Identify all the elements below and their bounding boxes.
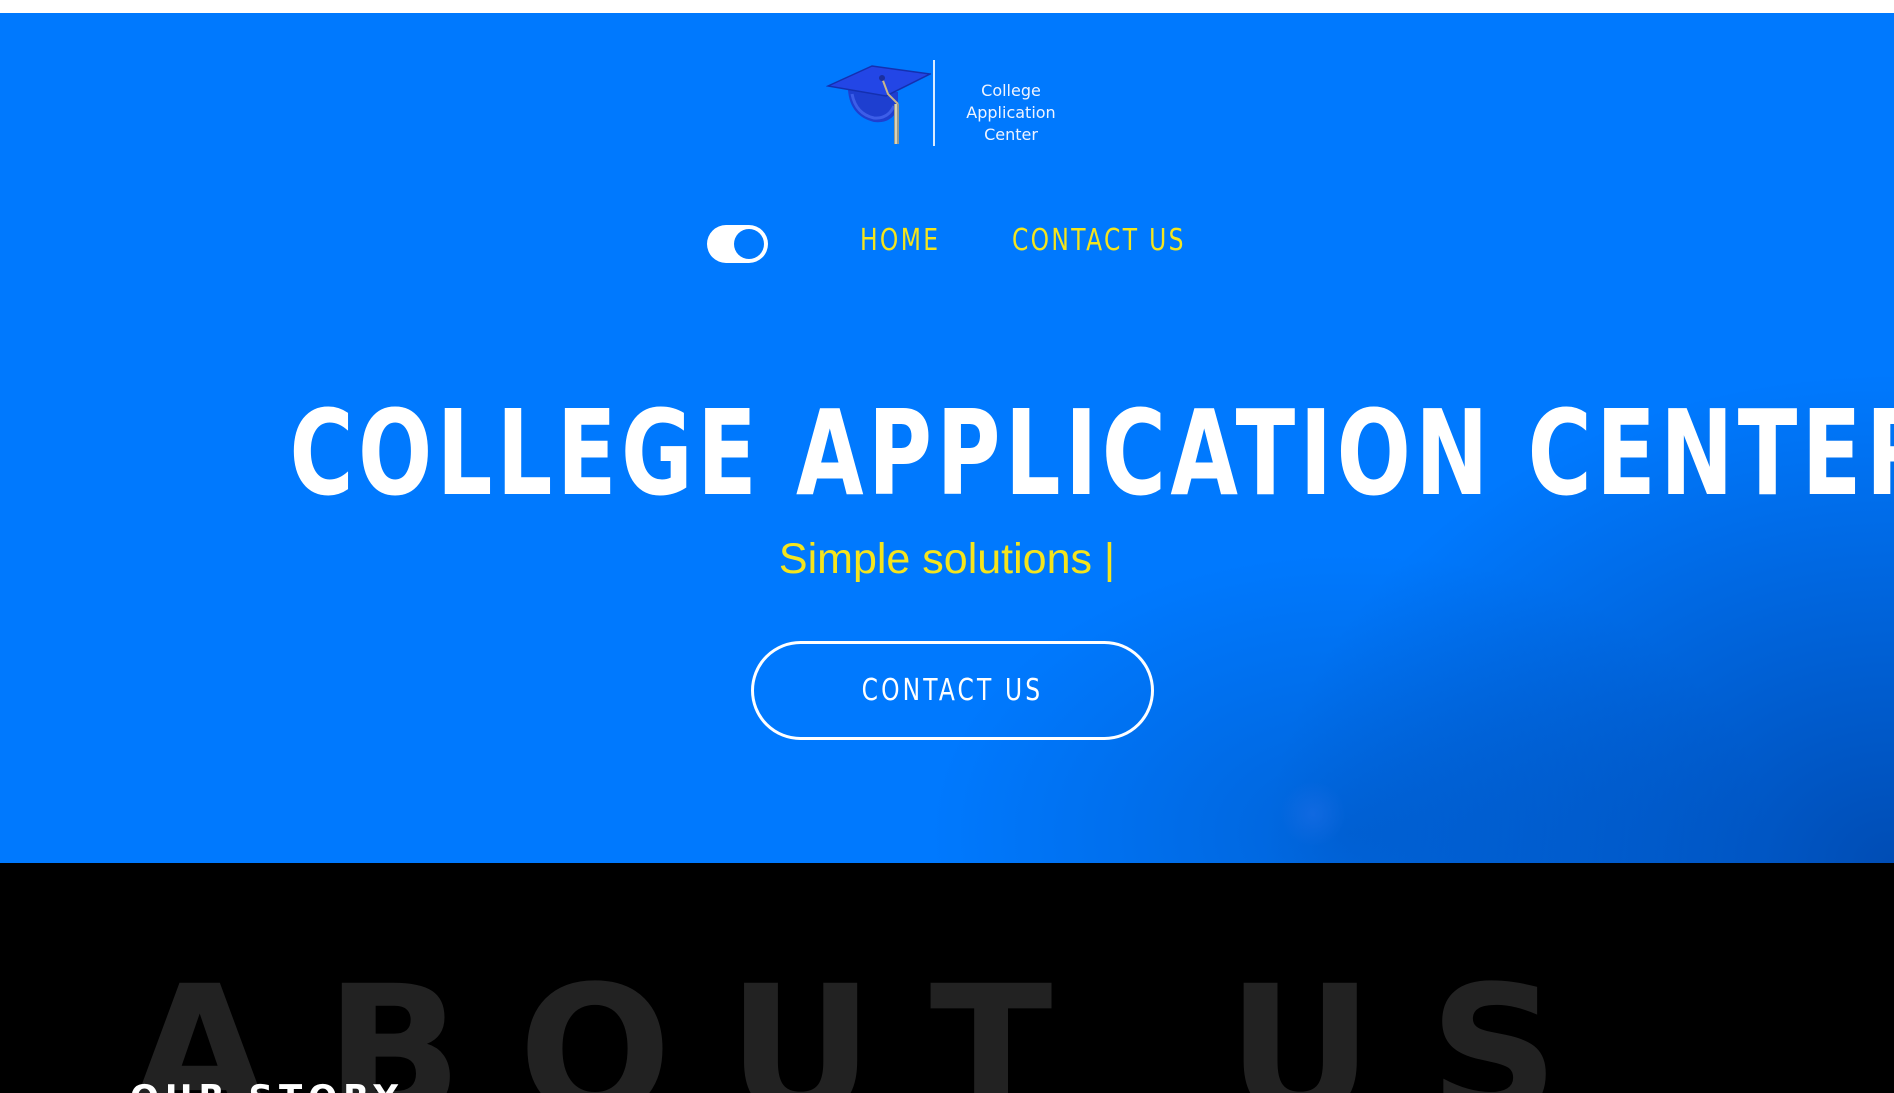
about-section: ABOUT US OUR STORY [0,863,1894,1093]
main-nav: HOME CONTACT US [0,209,1894,279]
decorative-orb [1280,781,1346,847]
graduation-cap-icon [826,65,931,144]
logo-text-line2: Center [984,125,1038,144]
hero-contact-button-label: CONTACT US [861,673,1044,708]
logo-text-line1: College Application [966,81,1056,122]
hero-contact-button[interactable]: CONTACT US [751,641,1154,740]
site-logo[interactable]: College Application Center [826,48,1086,148]
toggle-knob [734,229,764,259]
theme-toggle[interactable] [707,225,768,263]
hero-title: COLLEGE APPLICATION CENTER [0,383,1894,523]
hero-title-text: COLLEGE APPLICATION CENTER [289,384,1894,522]
logo-text: College Application Center [936,80,1086,146]
hero-subtitle: Simple solutions | [778,535,1116,583]
hero-section: College Application Center HOME CONTACT … [0,13,1894,863]
nav-contact-link[interactable]: CONTACT US [1012,223,1186,258]
about-section-label: OUR STORY [130,1078,404,1093]
top-bar [0,0,1894,13]
about-watermark-heading: ABOUT US [130,948,1615,1093]
logo-divider [933,60,935,146]
nav-home-link[interactable]: HOME [860,223,940,258]
